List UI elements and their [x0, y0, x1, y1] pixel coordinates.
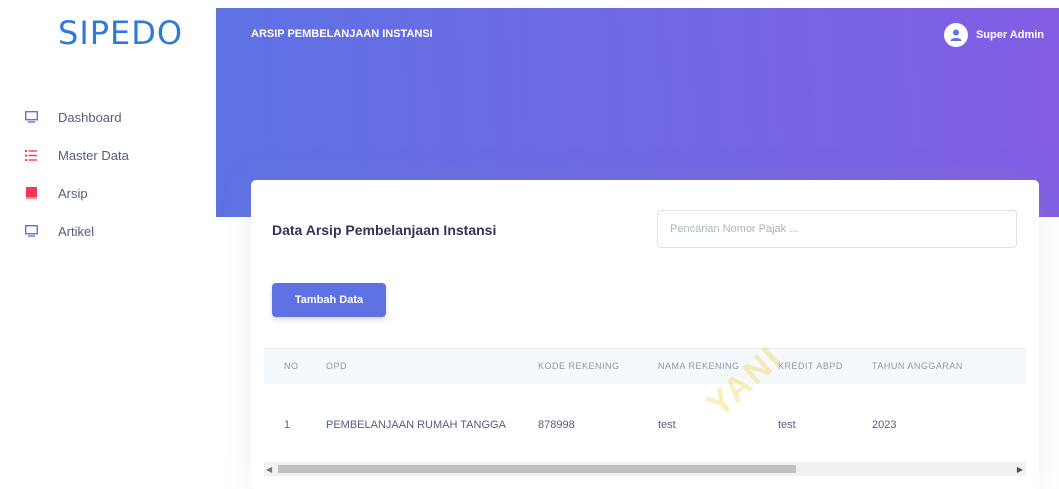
- sidebar-item-label: Arsip: [58, 185, 88, 201]
- column-header-nama-rekening[interactable]: NAMA REKENING: [658, 348, 778, 384]
- cell-kode-rekening: 878998: [538, 418, 575, 431]
- monitor-icon: [24, 224, 38, 238]
- column-header-kredit-abpd[interactable]: KREDIT ABPD: [778, 348, 872, 384]
- sidebar-item-artikel[interactable]: Artikel: [24, 212, 129, 250]
- column-header-kode-rekening[interactable]: KODE REKENING: [538, 348, 658, 384]
- horizontal-scrollbar[interactable]: ◀ ▶: [264, 462, 1026, 476]
- brand-logo[interactable]: SIPEDO: [58, 14, 183, 52]
- book-icon: [24, 186, 38, 200]
- sidebar-item-dashboard[interactable]: Dashboard: [24, 98, 129, 136]
- column-header-no[interactable]: NO: [264, 348, 326, 384]
- list-icon: [24, 148, 38, 162]
- data-table: NO OPD KODE REKENING NAMA REKENING KREDI…: [264, 348, 1026, 466]
- scroll-right-arrow-icon[interactable]: ▶: [1017, 465, 1023, 474]
- table-row[interactable]: 1 PEMBELANJAAN RUMAH TANGGA 878998 test …: [264, 384, 1026, 466]
- cell-kredit-abpd: test: [778, 418, 796, 431]
- add-data-button[interactable]: Tambah Data: [272, 283, 386, 317]
- scroll-left-arrow-icon[interactable]: ◀: [266, 465, 272, 474]
- search-input[interactable]: [657, 210, 1017, 248]
- user-icon: [950, 29, 962, 41]
- app-window: SIPEDO Dashboard Master Data Arsip Artik…: [0, 0, 1059, 489]
- cell-nama-rekening: test: [658, 418, 676, 431]
- column-header-opd[interactable]: OPD: [326, 348, 538, 384]
- cell-tahun-anggaran: 2023: [872, 418, 897, 431]
- sidebar-item-master-data[interactable]: Master Data: [24, 136, 129, 174]
- sidebar-item-label: Artikel: [58, 223, 95, 239]
- main-card: Data Arsip Pembelanjaan Instansi Tambah …: [251, 180, 1039, 489]
- sidebar-item-arsip[interactable]: Arsip: [24, 174, 129, 212]
- sidebar-item-label: Dashboard: [58, 109, 122, 125]
- cell-no: 1: [284, 418, 291, 431]
- sidebar-item-label: Master Data: [58, 147, 129, 163]
- sidebar-nav: Dashboard Master Data Arsip Artikel: [24, 98, 129, 250]
- page-title: ARSIP PEMBELANJAAN INSTANSI: [251, 28, 433, 40]
- avatar: [943, 23, 968, 47]
- user-menu[interactable]: Super Admin: [943, 23, 1044, 47]
- card-title: Data Arsip Pembelanjaan Instansi: [272, 222, 497, 238]
- monitor-icon: [24, 110, 38, 124]
- user-name: Super Admin: [975, 29, 1044, 41]
- sidebar: SIPEDO Dashboard Master Data Arsip Artik…: [0, 0, 216, 489]
- table-header-row: NO OPD KODE REKENING NAMA REKENING KREDI…: [264, 348, 1026, 384]
- scrollbar-thumb[interactable]: [278, 465, 796, 473]
- column-header-tahun-anggaran[interactable]: TAHUN ANGGARAN: [872, 348, 1026, 384]
- cell-opd: PEMBELANJAAN RUMAH TANGGA: [326, 418, 506, 431]
